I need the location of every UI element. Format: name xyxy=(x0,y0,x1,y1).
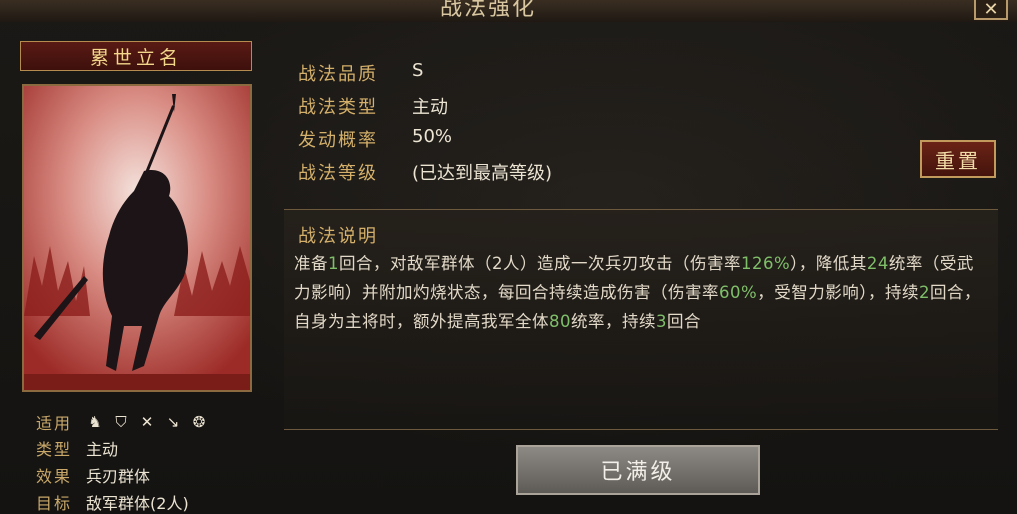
spear-icon: ↘ xyxy=(166,413,180,431)
desc-text: 准备 xyxy=(294,254,328,273)
chance-value: 50% xyxy=(412,126,453,147)
desc-number: 60% xyxy=(719,283,758,302)
description-title: 战法说明 xyxy=(298,226,378,247)
quality-value: S xyxy=(412,60,424,81)
type-field-value: 主动 xyxy=(412,97,448,118)
target-label: 目标 xyxy=(36,494,73,513)
applicable-icons: ♞ ⛉ ✕ ↘ ❂ xyxy=(86,413,208,431)
bow-icon: ✕ xyxy=(140,413,154,431)
skill-name: 累世立名 xyxy=(89,46,182,69)
quality-row: 战法品质 S xyxy=(298,60,423,86)
level-label: 战法等级 xyxy=(298,163,378,184)
target-row: 目标 敌军群体(2人) xyxy=(36,490,189,514)
desc-number: 24 xyxy=(866,254,889,273)
desc-number: 1 xyxy=(328,254,339,273)
desc-text: 回合，对敌军群体（2人）造成一次兵刃攻击（伤害率 xyxy=(339,254,741,273)
cavalry-icon: ♞ xyxy=(88,413,102,431)
desc-number: 80 xyxy=(549,312,571,331)
window-title: 战法强化 xyxy=(440,0,537,21)
type-row: 类型 主动 xyxy=(36,436,118,460)
chariot-wheel-icon: ❂ xyxy=(192,413,206,431)
desc-text: 统率，持续 xyxy=(571,312,656,331)
description-text: 准备1回合，对敌军群体（2人）造成一次兵刃攻击（伤害率126%），降低其24 统率… xyxy=(294,249,984,336)
skill-portrait xyxy=(22,84,252,392)
quality-label: 战法品质 xyxy=(298,64,378,85)
skill-name-plate: 累世立名 xyxy=(20,41,252,71)
type-field-label: 战法类型 xyxy=(298,97,378,118)
desc-text: ，受智力影响），持续 xyxy=(757,283,919,302)
level-row: 战法等级 (已达到最高等级) xyxy=(298,159,552,185)
shield-icon: ⛉ xyxy=(115,413,127,431)
applicable-row: 适用 ♞ ⛉ ✕ ↘ ❂ xyxy=(36,410,208,434)
close-button[interactable]: ✕ xyxy=(974,0,1008,20)
chance-label: 发动概率 xyxy=(298,130,378,151)
desc-text: 回合 xyxy=(667,312,701,331)
max-level-button[interactable]: 已满级 xyxy=(516,445,760,495)
type-label: 类型 xyxy=(36,440,73,459)
effect-label: 效果 xyxy=(36,467,73,486)
desc-number: 3 xyxy=(656,312,667,331)
desc-number: 2 xyxy=(918,283,930,302)
effect-value: 兵刃群体 xyxy=(86,467,151,486)
reset-button[interactable]: 重置 xyxy=(920,140,996,178)
description-panel: 战法说明 准备1回合，对敌军群体（2人）造成一次兵刃攻击（伤害率126%），降低… xyxy=(284,209,998,430)
desc-number: 126% xyxy=(741,254,791,273)
type-field-row: 战法类型 主动 xyxy=(298,93,448,119)
effect-row: 效果 兵刃群体 xyxy=(36,463,150,487)
chance-row: 发动概率 50% xyxy=(298,126,452,152)
level-value: (已达到最高等级) xyxy=(412,163,553,184)
type-value: 主动 xyxy=(86,440,119,459)
applicable-label: 适用 xyxy=(36,414,73,433)
desc-text: ），降低其 xyxy=(790,254,867,273)
target-value: 敌军群体(2人) xyxy=(86,494,189,513)
